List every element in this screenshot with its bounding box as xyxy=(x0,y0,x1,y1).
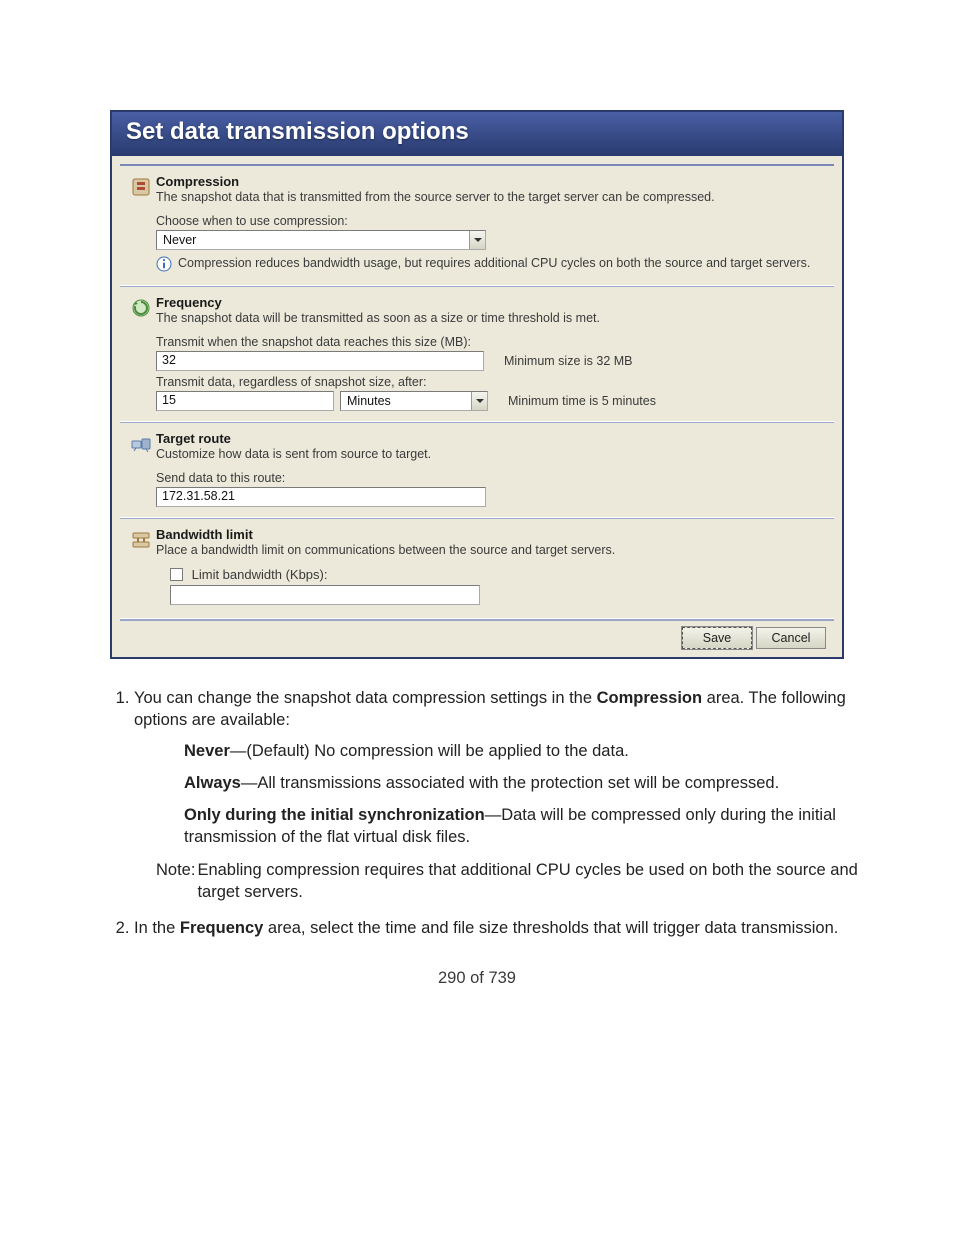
compression-icon xyxy=(126,174,156,275)
limit-bandwidth-label: Limit bandwidth (Kbps): xyxy=(192,567,328,582)
route-input[interactable]: 172.31.58.21 xyxy=(156,487,486,507)
size-hint: Minimum size is 32 MB xyxy=(504,354,633,368)
list-item: In the Frequency area, select the time a… xyxy=(134,917,884,939)
time-input[interactable]: 15 xyxy=(156,391,334,411)
frequency-icon xyxy=(126,295,156,411)
note-label: Note: xyxy=(156,859,195,881)
limit-bandwidth-checkbox[interactable] xyxy=(170,568,183,581)
bandwidth-input[interactable] xyxy=(170,585,480,605)
frequency-desc: The snapshot data will be transmitted as… xyxy=(156,311,824,325)
time-label: Transmit data, regardless of snapshot si… xyxy=(156,375,824,389)
time-unit-value: Minutes xyxy=(341,394,471,408)
article-body: You can change the snapshot data compres… xyxy=(50,687,904,939)
bandwidth-desc: Place a bandwidth limit on communication… xyxy=(156,543,824,557)
compression-info-text: Compression reduces bandwidth usage, but… xyxy=(178,256,810,270)
note-text: Enabling compression requires that addit… xyxy=(197,859,884,904)
chevron-down-icon[interactable] xyxy=(469,231,485,249)
route-icon xyxy=(126,431,156,507)
size-label: Transmit when the snapshot data reaches … xyxy=(156,335,824,349)
compression-heading: Compression xyxy=(156,174,824,189)
list-item: You can change the snapshot data compres… xyxy=(134,687,884,903)
route-heading: Target route xyxy=(156,431,824,446)
compression-value: Never xyxy=(157,233,469,247)
size-input[interactable]: 32 xyxy=(156,351,484,371)
time-hint: Minimum time is 5 minutes xyxy=(508,394,656,408)
chevron-down-icon[interactable] xyxy=(471,392,487,410)
compression-choose-label: Choose when to use compression: xyxy=(156,214,824,228)
info-icon xyxy=(156,256,172,275)
save-button[interactable]: Save xyxy=(682,627,752,649)
route-desc: Customize how data is sent from source t… xyxy=(156,447,824,461)
settings-dialog: Set data transmission options Compressio… xyxy=(110,110,844,659)
page-number: 290 of 739 xyxy=(50,969,904,988)
time-unit-select[interactable]: Minutes xyxy=(340,391,488,411)
bandwidth-icon xyxy=(126,527,156,608)
route-label: Send data to this route: xyxy=(156,471,824,485)
cancel-button[interactable]: Cancel xyxy=(756,627,826,649)
bandwidth-heading: Bandwidth limit xyxy=(156,527,824,542)
compression-select[interactable]: Never xyxy=(156,230,486,250)
frequency-heading: Frequency xyxy=(156,295,824,310)
dialog-title: Set data transmission options xyxy=(112,112,842,156)
compression-desc: The snapshot data that is transmitted fr… xyxy=(156,190,824,204)
